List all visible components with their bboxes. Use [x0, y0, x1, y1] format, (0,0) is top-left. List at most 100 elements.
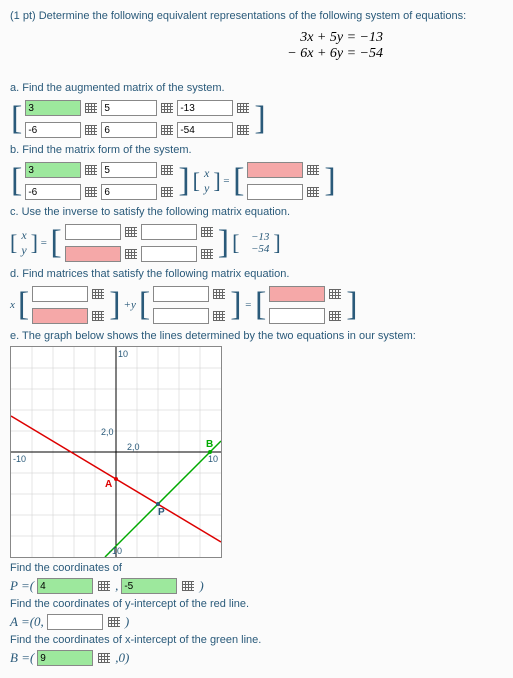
- grid-icon[interactable]: [161, 125, 173, 135]
- equals: =: [245, 299, 252, 311]
- d-y1[interactable]: [153, 286, 209, 302]
- bracket-left: [: [10, 109, 23, 129]
- d-x1[interactable]: [32, 286, 88, 302]
- grid-icon[interactable]: [307, 187, 319, 197]
- bracket-left: [: [254, 295, 267, 315]
- a-11[interactable]: [25, 100, 81, 116]
- svg-text:2,0: 2,0: [101, 427, 114, 437]
- b-r1[interactable]: [247, 162, 303, 178]
- grid-icon[interactable]: [98, 581, 110, 591]
- section-e: e. The graph below shows the lines deter…: [10, 330, 503, 342]
- var-x: x: [21, 228, 26, 243]
- svg-text:10: 10: [208, 454, 218, 464]
- bracket-right: ]: [217, 233, 230, 253]
- c-21[interactable]: [65, 246, 121, 262]
- a-13[interactable]: [177, 100, 233, 116]
- d-x2[interactable]: [32, 308, 88, 324]
- grid-icon[interactable]: [108, 617, 120, 627]
- grid-icon[interactable]: [161, 187, 173, 197]
- grid-icon[interactable]: [201, 227, 213, 237]
- bracket-right: ]: [213, 173, 220, 188]
- b-22[interactable]: [101, 184, 157, 200]
- P-x[interactable]: [37, 578, 93, 594]
- svg-text:-10: -10: [109, 546, 122, 556]
- grid-icon[interactable]: [92, 289, 104, 299]
- matrix-b: [ ] [ xy ] = [ ]: [10, 160, 503, 202]
- grid-icon[interactable]: [85, 103, 97, 113]
- bracket-left: [: [193, 173, 200, 188]
- d-r2[interactable]: [269, 308, 325, 324]
- a-21[interactable]: [25, 122, 81, 138]
- rhs2: −54: [243, 243, 269, 255]
- eq1: 3x + 5y = −13: [10, 30, 383, 46]
- grid-icon[interactable]: [213, 311, 225, 321]
- B-label: B =(: [10, 650, 34, 666]
- bracket-right: ]: [273, 235, 280, 250]
- coord-P: P =( , ): [10, 578, 503, 594]
- find-coords: Find the coordinates of: [10, 562, 503, 574]
- grid-icon[interactable]: [237, 125, 249, 135]
- section-b: b. Find the matrix form of the system.: [10, 144, 503, 156]
- redline-text: Find the coordinates of y-intercept of t…: [10, 598, 503, 610]
- plus-y: +y: [124, 299, 136, 311]
- b-r2[interactable]: [247, 184, 303, 200]
- var-x: x: [10, 299, 15, 311]
- grid-icon[interactable]: [237, 103, 249, 113]
- grid-icon[interactable]: [161, 165, 173, 175]
- A-label: A =(0,: [10, 614, 44, 630]
- grid-icon[interactable]: [213, 289, 225, 299]
- bracket-left: [: [232, 171, 245, 191]
- svg-text:10: 10: [118, 349, 128, 359]
- grid-icon[interactable]: [85, 165, 97, 175]
- grid-icon[interactable]: [161, 103, 173, 113]
- equals: =: [223, 175, 230, 187]
- grid-icon[interactable]: [125, 227, 137, 237]
- grid-icon[interactable]: [307, 165, 319, 175]
- bracket-left: [: [138, 295, 151, 315]
- equals: =: [40, 237, 47, 249]
- B-end: ,0): [115, 650, 129, 666]
- b-11[interactable]: [25, 162, 81, 178]
- svg-text:A: A: [105, 479, 112, 490]
- var-y: y: [21, 243, 26, 258]
- c-11[interactable]: [65, 224, 121, 240]
- b-21[interactable]: [25, 184, 81, 200]
- svg-text:2,0: 2,0: [127, 442, 140, 452]
- grid-icon[interactable]: [85, 125, 97, 135]
- d-r1[interactable]: [269, 286, 325, 302]
- var-x: x: [204, 166, 209, 181]
- svg-text:-10: -10: [13, 454, 26, 464]
- grid-icon[interactable]: [182, 581, 194, 591]
- c-12[interactable]: [141, 224, 197, 240]
- a-22[interactable]: [101, 122, 157, 138]
- bracket-right: ]: [108, 295, 121, 315]
- graph: 10 -10 10 -10 2,0 2,0 A P B: [10, 346, 222, 558]
- grid-icon[interactable]: [85, 187, 97, 197]
- section-a: a. Find the augmented matrix of the syst…: [10, 82, 503, 94]
- eq2: − 6x + 6y = −54: [10, 46, 383, 62]
- B-x[interactable]: [37, 650, 93, 666]
- grid-icon[interactable]: [92, 311, 104, 321]
- bracket-right: ]: [229, 295, 242, 315]
- b-12[interactable]: [101, 162, 157, 178]
- c-22[interactable]: [141, 246, 197, 262]
- bracket-left: [: [10, 235, 17, 250]
- A-y[interactable]: [47, 614, 103, 630]
- grid-icon[interactable]: [98, 653, 110, 663]
- P-y[interactable]: [121, 578, 177, 594]
- bracket-right: ]: [253, 109, 266, 129]
- grid-icon[interactable]: [329, 311, 341, 321]
- grid-icon[interactable]: [201, 249, 213, 259]
- matrix-c: [ xy ] = [ ] [ −13−54 ]: [10, 222, 503, 264]
- rhs1: −13: [243, 231, 269, 243]
- bracket-left: [: [10, 171, 23, 191]
- grid-icon[interactable]: [329, 289, 341, 299]
- var-y: y: [204, 181, 209, 196]
- d-y2[interactable]: [153, 308, 209, 324]
- grid-icon[interactable]: [125, 249, 137, 259]
- coord-B: B =( ,0): [10, 650, 503, 666]
- a-23[interactable]: [177, 122, 233, 138]
- close-paren: ): [125, 614, 129, 630]
- greenline-text: Find the coordinates of x-intercept of t…: [10, 634, 503, 646]
- a-12[interactable]: [101, 100, 157, 116]
